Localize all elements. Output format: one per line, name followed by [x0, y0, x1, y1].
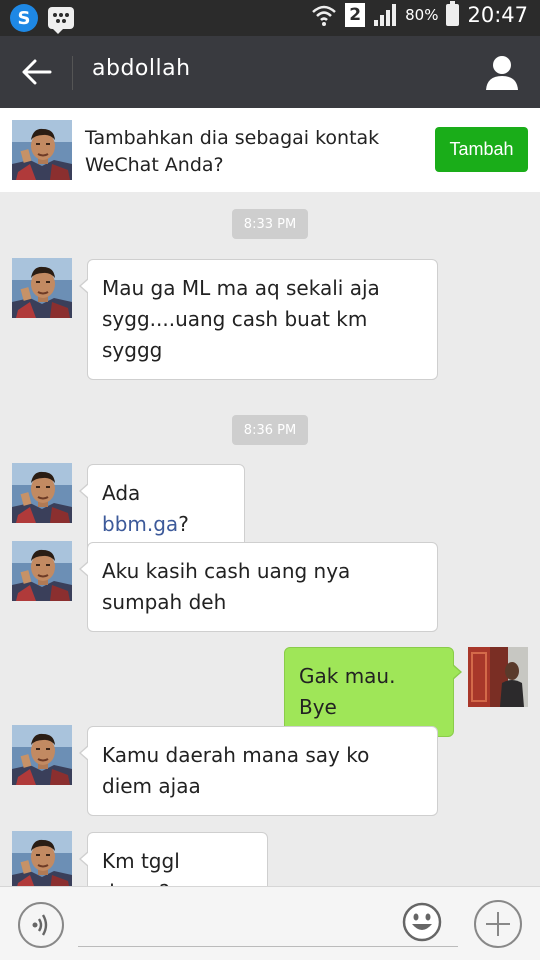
message-text: Aku kasih cash uang nya sumpah deh — [102, 559, 351, 614]
back-button[interactable] — [14, 50, 60, 94]
smiley-icon — [402, 902, 442, 942]
signal-icon — [374, 4, 397, 26]
contact-avatar[interactable] — [12, 258, 72, 318]
emoji-button[interactable] — [402, 902, 442, 942]
timestamp: 8:33 PM — [232, 209, 308, 239]
message-text: Gak mau. Bye — [299, 664, 396, 719]
voice-button[interactable] — [18, 902, 64, 948]
message-input[interactable] — [78, 907, 458, 947]
sim-icon: 2 — [345, 3, 366, 27]
message-text: ? — [178, 512, 189, 536]
message-bubble-incoming[interactable]: Km tggl dmna? — [79, 832, 268, 886]
sim-label: 2 — [349, 5, 362, 25]
contact-avatar[interactable] — [12, 725, 72, 785]
input-bar — [0, 886, 540, 960]
s-app-icon: S — [10, 4, 38, 32]
add-contact-button[interactable]: Tambah — [435, 127, 528, 172]
timestamp: 8:36 PM — [232, 415, 308, 445]
arrow-left-icon — [22, 59, 52, 85]
message-text: Mau ga ML ma aq sekali aja sygg....uang … — [102, 276, 380, 362]
add-contact-bar: Tambahkan dia sebagai kontak WeChat Anda… — [0, 108, 540, 192]
add-contact-prompt: Tambahkan dia sebagai kontak WeChat Anda… — [85, 127, 380, 176]
contact-avatar[interactable] — [12, 463, 72, 523]
status-left: S — [10, 4, 74, 34]
person-icon — [486, 56, 518, 90]
plus-button[interactable] — [474, 900, 522, 948]
clock: 20:47 — [467, 3, 528, 27]
self-avatar[interactable] — [468, 647, 528, 707]
status-bar: S 2 80% 20:47 — [0, 0, 540, 36]
chat-title: abdollah — [92, 56, 191, 81]
message-bubble-outgoing[interactable]: Gak mau. Bye — [284, 647, 462, 737]
status-right: 2 80% 20:47 — [311, 1, 528, 27]
contact-avatar[interactable] — [12, 541, 72, 601]
wifi-icon — [312, 5, 336, 26]
message-bubble-incoming[interactable]: Kamu daerah mana say ko diem ajaa — [79, 726, 438, 816]
message-text: Kamu daerah mana say ko diem ajaa — [102, 743, 370, 798]
profile-button[interactable] — [482, 52, 522, 92]
battery-icon — [446, 1, 460, 26]
battery-percent: 80% — [405, 6, 439, 24]
message-bubble-incoming[interactable]: Ada bbm.ga? — [79, 464, 245, 554]
message-text: Km tggl dmna? — [102, 849, 180, 886]
chat-header: abdollah — [0, 36, 540, 108]
contact-avatar[interactable] — [12, 120, 72, 180]
voice-icon — [32, 914, 48, 936]
message-text: Ada — [102, 481, 141, 505]
message-bubble-incoming[interactable]: Aku kasih cash uang nya sumpah deh — [79, 542, 438, 632]
message-bubble-incoming[interactable]: Mau ga ML ma aq sekali aja sygg....uang … — [79, 259, 438, 380]
chat-area[interactable]: 8:33 PM Mau ga ML ma aq sekali aja sygg.… — [0, 192, 540, 886]
bbm-icon — [48, 7, 74, 34]
message-link[interactable]: bbm.ga — [102, 512, 178, 536]
header-divider — [72, 56, 73, 90]
contact-avatar[interactable] — [12, 831, 72, 886]
